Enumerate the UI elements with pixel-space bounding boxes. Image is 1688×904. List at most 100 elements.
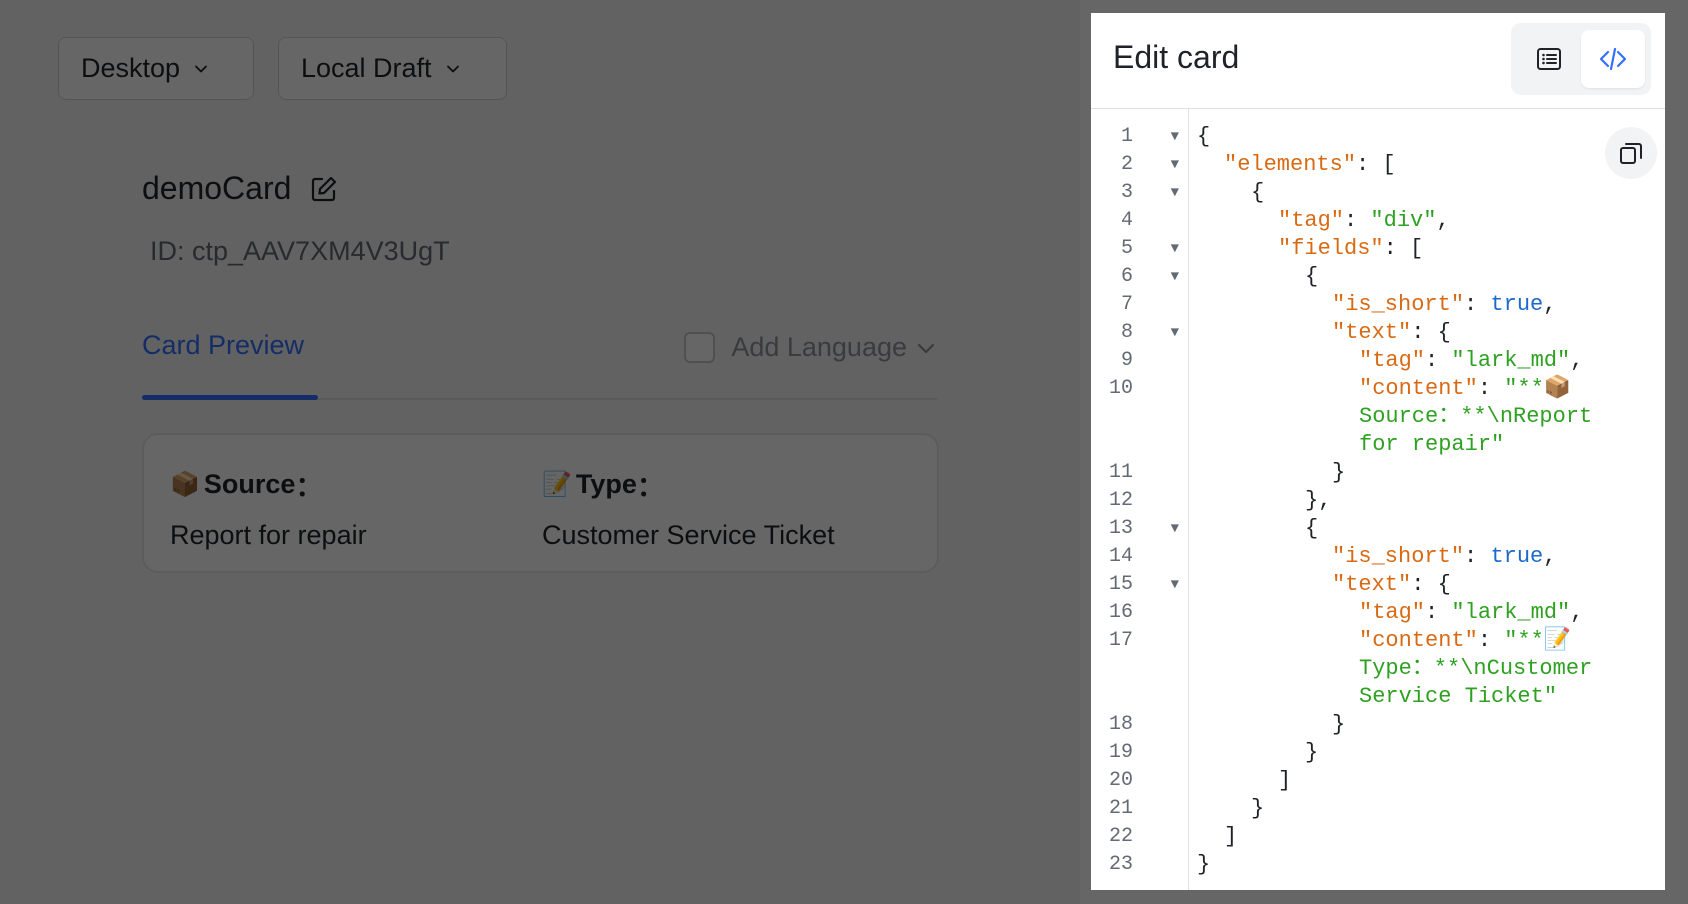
form-view-icon xyxy=(1537,48,1561,70)
line-number: 2 xyxy=(1120,153,1133,176)
field-label-colon: ： xyxy=(636,472,664,502)
tab-card-preview[interactable]: Card Preview xyxy=(142,330,304,361)
code-token: "text" xyxy=(1332,320,1412,345)
add-language-control[interactable]: Add Language xyxy=(684,332,937,363)
field-value: Customer Service Ticket xyxy=(542,520,835,550)
code-text: } xyxy=(1189,795,1665,823)
card-name: demoCard xyxy=(142,170,339,207)
code-text: "fields": [ xyxy=(1189,235,1665,263)
code-token: , xyxy=(1570,600,1584,625)
preview-tabs: Card Preview Add Language xyxy=(142,320,937,400)
code-line: 2 ▼ "elements": [ xyxy=(1091,151,1665,179)
code-token: { xyxy=(1305,516,1319,541)
code-token: : xyxy=(1344,208,1371,233)
code-token: { xyxy=(1197,124,1211,149)
package-emoji-icon: 📦 xyxy=(170,471,200,498)
chevron-down-icon xyxy=(446,65,459,72)
line-number: 21 xyxy=(1108,797,1133,820)
memo-emoji-icon: 📝 xyxy=(542,471,572,498)
line-number: 1 xyxy=(1120,125,1133,148)
add-language-label: Add Language xyxy=(731,332,907,362)
code-text: } xyxy=(1189,739,1665,767)
field-value: Report for repair xyxy=(170,520,367,550)
line-number: 9 xyxy=(1120,349,1133,372)
code-text: "elements": [ xyxy=(1189,151,1665,179)
code-token: "fields" xyxy=(1278,236,1384,261)
line-number: 17 xyxy=(1108,629,1133,652)
fold-toggle-icon[interactable]: ▼ xyxy=(1133,515,1189,543)
field-label-text: Type xyxy=(575,469,637,499)
fold-toggle-icon[interactable]: ▼ xyxy=(1133,151,1189,179)
code-line: 4 "tag": "div", xyxy=(1091,207,1665,235)
fold-toggle-icon[interactable]: ▼ xyxy=(1133,263,1189,291)
code-token: : xyxy=(1464,292,1491,317)
code-token: : xyxy=(1464,544,1491,569)
edit-card-panel: Edit card 1 ▼ {2 ▼ "elements": [3 ▼ {… xyxy=(1091,13,1665,890)
code-text: ] xyxy=(1189,767,1665,795)
code-line: 15 ▼ "text": { xyxy=(1091,571,1665,599)
copy-code-button[interactable] xyxy=(1605,127,1657,179)
code-token: } xyxy=(1332,712,1346,737)
code-token: : [ xyxy=(1356,152,1396,177)
code-token: "div" xyxy=(1370,208,1437,233)
line-number: 10 xyxy=(1108,377,1133,400)
line-number: 20 xyxy=(1108,769,1133,792)
code-token: "tag" xyxy=(1359,348,1426,373)
code-text: } xyxy=(1189,851,1665,879)
code-token: "lark_md" xyxy=(1451,348,1571,373)
code-line: 18} xyxy=(1091,711,1665,739)
code-token: , xyxy=(1436,208,1450,233)
line-number: 12 xyxy=(1108,489,1133,512)
fold-toggle-icon[interactable]: ▼ xyxy=(1133,571,1189,599)
edit-icon[interactable] xyxy=(309,174,339,204)
add-language-checkbox[interactable] xyxy=(684,332,716,363)
code-text: { xyxy=(1189,263,1665,291)
code-line: 6 ▼ { xyxy=(1091,263,1665,291)
code-text: "tag": "lark_md", xyxy=(1189,347,1665,375)
code-text: { xyxy=(1189,123,1665,151)
view-mode-toggle xyxy=(1511,23,1651,95)
fold-toggle-icon[interactable]: ▼ xyxy=(1133,123,1189,151)
code-line: 11} xyxy=(1091,459,1665,487)
code-line: 14 "is_short": true, xyxy=(1091,543,1665,571)
line-number: 3 xyxy=(1120,181,1133,204)
draft-select-label: Local Draft xyxy=(301,53,432,83)
fold-toggle-icon[interactable]: ▼ xyxy=(1133,319,1189,347)
code-text: { xyxy=(1189,515,1665,543)
code-line: 5 ▼ "fields": [ xyxy=(1091,235,1665,263)
line-number: 7 xyxy=(1120,293,1133,316)
chevron-down-icon xyxy=(195,65,207,72)
device-select[interactable]: Desktop xyxy=(58,37,254,100)
code-view-button[interactable] xyxy=(1581,30,1645,88)
code-line: 22] xyxy=(1091,823,1665,851)
code-line: 10 "content": "**📦Source：**\nReport for r… xyxy=(1091,375,1665,459)
line-number: 4 xyxy=(1120,209,1133,232)
code-token: { xyxy=(1251,180,1265,205)
code-line: 9 "tag": "lark_md", xyxy=(1091,347,1665,375)
line-number: 18 xyxy=(1108,713,1133,736)
code-token: "content" xyxy=(1359,628,1478,653)
form-view-button[interactable] xyxy=(1517,30,1581,88)
code-token: "lark_md" xyxy=(1451,600,1571,625)
fold-toggle-icon[interactable]: ▼ xyxy=(1133,235,1189,263)
code-line: 19} xyxy=(1091,739,1665,767)
code-token: } xyxy=(1251,796,1265,821)
code-token: , xyxy=(1543,544,1557,569)
json-code-editor[interactable]: 1 ▼{2 ▼ "elements": [3 ▼{4 "tag": "div", 5 ▼ "fi… xyxy=(1091,109,1665,890)
code-token: } xyxy=(1305,740,1319,765)
preview-field-source: 📦 Source ： Report for repair xyxy=(170,465,367,551)
code-token: true xyxy=(1490,544,1544,569)
field-label-text: Source xyxy=(203,469,296,499)
fold-toggle-icon[interactable]: ▼ xyxy=(1133,179,1189,207)
draft-select[interactable]: Local Draft xyxy=(278,37,507,100)
